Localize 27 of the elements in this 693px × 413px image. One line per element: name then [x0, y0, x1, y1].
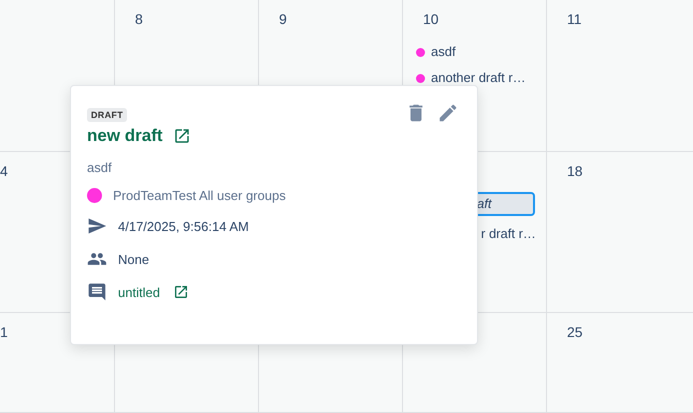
status-badge: DRAFT — [87, 108, 127, 122]
day-number: 11 — [567, 10, 582, 28]
day-number: 8 — [135, 10, 143, 28]
event-title: asdf — [431, 43, 456, 61]
event-title: aft — [477, 195, 492, 213]
comment-icon — [87, 282, 107, 302]
group-name: ProdTeamTest All user groups — [113, 188, 286, 203]
day-number: 1 — [0, 323, 8, 341]
calendar-event[interactable]: r draft r… — [477, 222, 540, 246]
event-title-link[interactable]: new draft — [87, 126, 163, 146]
event-title: r draft r… — [481, 225, 536, 243]
detail-text: None — [118, 252, 150, 266]
calendar-event[interactable]: asdf — [412, 40, 530, 64]
detail-text: 4/17/2025, 9:56:14 AM — [118, 218, 249, 234]
event-description: asdf — [87, 160, 113, 175]
external-link-icon[interactable] — [172, 284, 189, 300]
day-number: 10 — [423, 10, 439, 28]
day-number: 9 — [279, 10, 287, 28]
detail-link[interactable]: untitled — [118, 284, 160, 300]
external-link-icon[interactable] — [172, 127, 191, 145]
day-number: 18 — [567, 162, 583, 180]
calendar-event[interactable]: another draft r… — [412, 66, 530, 90]
send-icon — [87, 216, 107, 236]
day-number: 4 — [0, 162, 8, 180]
day-number: 25 — [567, 323, 583, 341]
event-title: another draft r… — [431, 69, 526, 87]
edit-icon[interactable] — [437, 102, 459, 124]
